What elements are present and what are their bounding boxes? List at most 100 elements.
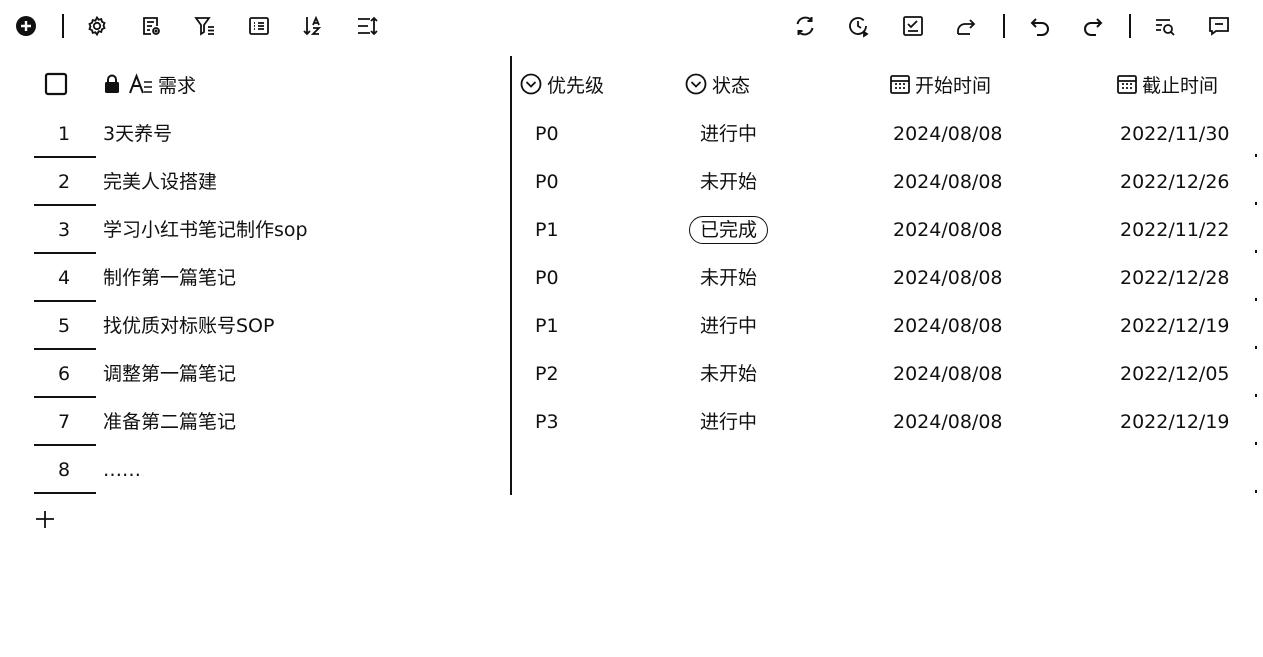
status-badge: 进行中 [700,315,758,337]
data-grid: 需求 优先级 状态 开始时间 截止时间 1 3天养号 P0 进行中 2024/08/08… [0,56,1263,496]
row-number[interactable]: 4 [34,254,94,302]
cell-start-date[interactable]: 2024/08/08 [893,302,1003,350]
column-header-status[interactable]: 状态 [684,70,750,98]
cell-requirement[interactable]: 制作第一篇笔记 [103,254,236,302]
row-divider [34,492,96,494]
table-row[interactable]: 8…… [0,446,1263,494]
cell-requirement[interactable]: 准备第二篇笔记 [103,398,236,446]
cell-status[interactable]: 已完成 [689,206,769,254]
cell-due-date[interactable]: 2022/11/22 [1120,206,1230,254]
cell-requirement[interactable]: 学习小红书笔记制作sop [103,206,308,254]
status-badge: 未开始 [700,171,758,193]
table-row[interactable]: 7 准备第二篇笔记 P3 进行中 2024/08/08 2022/12/19 [0,398,1263,446]
status-badge: 进行中 [700,411,758,433]
row-number[interactable]: 8 [34,446,94,494]
sort-az-icon[interactable] [300,13,326,39]
add-row-button[interactable] [34,508,56,530]
row-edge-marker [1255,442,1257,445]
cell-status[interactable]: 未开始 [689,158,768,206]
cell-due-date[interactable]: 2022/12/19 [1120,302,1230,350]
row-number[interactable]: 3 [34,206,94,254]
cell-due-date[interactable]: 2022/12/05 [1120,350,1230,398]
single-select-icon [685,73,707,95]
status-badge: 已完成 [689,216,769,244]
column-header-due-date[interactable]: 截止时间 [1116,70,1218,98]
lock-icon [105,74,119,93]
cell-priority[interactable]: P1 [535,206,559,254]
column-header-priority[interactable]: 优先级 [519,70,604,98]
cell-priority[interactable]: P0 [535,254,559,302]
toolbar-divider [62,14,64,38]
share-icon[interactable] [954,13,980,39]
column-header-requirement[interactable]: 需求 [103,70,196,98]
select-all-checkbox[interactable] [44,70,68,98]
text-field-icon [129,73,152,94]
cell-status[interactable]: 进行中 [689,398,768,446]
form-icon[interactable] [138,13,164,39]
row-edge-marker [1255,298,1257,301]
table-row[interactable]: 2 完美人设搭建 P0 未开始 2024/08/08 2022/12/26 [0,158,1263,206]
toolbar-divider [1003,14,1005,38]
filter-icon[interactable] [192,13,218,39]
cell-status[interactable]: 未开始 [689,350,768,398]
cell-start-date[interactable]: 2024/08/08 [893,398,1003,446]
table-row[interactable]: 4 制作第一篇笔记 P0 未开始 2024/08/08 2022/12/28 [0,254,1263,302]
column-header-start-date[interactable]: 开始时间 [889,70,991,98]
cell-priority[interactable]: P2 [535,350,559,398]
cell-priority[interactable]: P3 [535,398,559,446]
row-edge-marker [1255,394,1257,397]
cell-status[interactable]: 进行中 [689,302,768,350]
cell-requirement[interactable]: 调整第一篇笔记 [103,350,236,398]
row-number[interactable]: 2 [34,158,94,206]
cell-status[interactable]: 进行中 [689,110,768,158]
cell-requirement[interactable]: 找优质对标账号SOP [103,302,274,350]
row-number[interactable]: 1 [34,110,94,158]
cell-due-date[interactable]: 2022/12/26 [1120,158,1230,206]
cell-status[interactable]: 未开始 [689,254,768,302]
column-title-requirement: 需求 [158,74,197,97]
cell-requirement[interactable]: …… [103,446,141,494]
calendar-icon [890,75,910,94]
list-view-icon[interactable] [246,13,272,39]
cell-due-date[interactable]: 2022/12/28 [1120,254,1230,302]
row-height-icon[interactable] [355,13,381,39]
undo-icon[interactable] [1027,13,1053,39]
table-row[interactable]: 1 3天养号 P0 进行中 2024/08/08 2022/11/30 [0,110,1263,158]
cell-priority[interactable]: P0 [535,110,559,158]
search-icon[interactable] [1152,13,1178,39]
row-edge-marker [1255,490,1257,493]
cell-due-date[interactable]: 2022/12/19 [1120,398,1230,446]
settings-icon[interactable] [84,13,110,39]
plus-icon [36,511,54,528]
row-number[interactable]: 7 [34,398,94,446]
row-number[interactable]: 6 [34,350,94,398]
row-number[interactable]: 5 [34,302,94,350]
cell-status[interactable] [689,446,711,494]
cell-start-date[interactable]: 2024/08/08 [893,158,1003,206]
cell-start-date[interactable]: 2024/08/08 [893,110,1003,158]
table-row[interactable]: 5 找优质对标账号SOP P1 进行中 2024/08/08 2022/12/19 [0,302,1263,350]
cell-start-date[interactable]: 2024/08/08 [893,350,1003,398]
toolbar [0,0,1263,54]
single-select-icon [520,73,542,95]
status-badge: 未开始 [700,363,758,385]
cell-start-date[interactable]: 2024/08/08 [893,254,1003,302]
cell-priority[interactable]: P0 [535,158,559,206]
table-row[interactable]: 6 调整第一篇笔记 P2 未开始 2024/08/08 2022/12/05 [0,350,1263,398]
sync-icon[interactable] [792,13,818,39]
add-icon[interactable] [13,13,39,39]
cell-priority[interactable]: P1 [535,302,559,350]
cell-requirement[interactable]: 3天养号 [103,110,172,158]
cell-requirement[interactable]: 完美人设搭建 [103,158,217,206]
comment-icon[interactable] [1206,13,1232,39]
check-task-icon[interactable] [900,13,926,39]
history-icon[interactable] [845,13,871,39]
row-edge-marker [1255,250,1257,253]
redo-icon[interactable] [1080,13,1106,39]
cell-start-date[interactable]: 2024/08/08 [893,206,1003,254]
table-row[interactable]: 3 学习小红书笔记制作sop P1 已完成 2024/08/08 2022/11/22 [0,206,1263,254]
cell-due-date[interactable]: 2022/11/30 [1120,110,1230,158]
status-badge: 进行中 [700,123,758,145]
column-title-due-date: 截止时间 [1142,74,1219,97]
row-edge-marker [1255,154,1257,157]
